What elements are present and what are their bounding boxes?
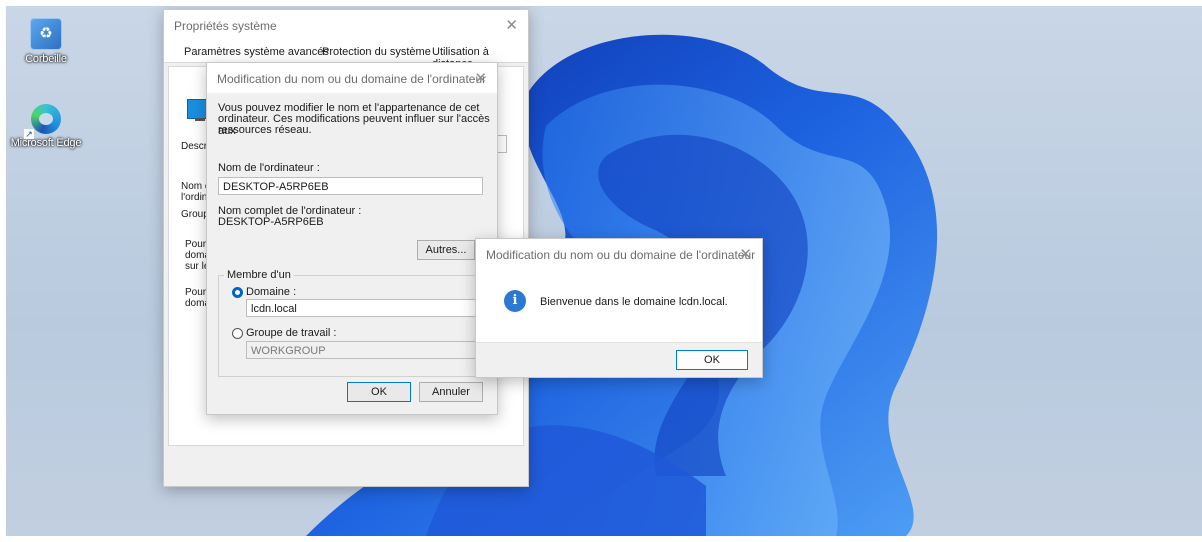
close-icon[interactable]: ✕ <box>474 69 487 87</box>
tab-system-protection[interactable]: Protection du système <box>322 46 431 58</box>
workgroup-input[interactable]: WORKGROUP <box>246 341 476 359</box>
domain-input[interactable]: lcdn.local <box>246 299 476 317</box>
shortcut-arrow-icon: ↗ <box>24 129 34 139</box>
close-icon[interactable]: ✕ <box>505 16 518 34</box>
monitor-stand <box>195 118 205 121</box>
message-box-titlebar: Modification du nom ou du domaine de l'o… <box>476 239 762 269</box>
description-field-edge <box>497 135 507 153</box>
desktop-icon-label: Corbeille <box>25 53 67 65</box>
ok-button[interactable]: OK <box>676 350 748 370</box>
computer-name-input[interactable]: DESKTOP-A5RP6EB <box>218 177 483 195</box>
desktop: ♻ Corbeille Microsoft Edge ↗ Propriétés … <box>6 6 1202 536</box>
welcome-message: Bienvenue dans le domaine lcdn.local. <box>540 296 728 308</box>
message-box-title: Modification du nom ou du domaine de l'o… <box>486 248 756 262</box>
workgroup-label: Groupe de travail : <box>246 327 337 339</box>
edge-browser-icon <box>31 104 61 134</box>
window-title: Propriétés système <box>174 19 277 33</box>
other-button[interactable]: Autres... <box>417 240 475 260</box>
desktop-icon-recycle-bin[interactable]: ♻ Corbeille <box>9 18 83 65</box>
recycle-bin-icon: ♻ <box>30 18 62 50</box>
edit-computer-name-dialog: Modification du nom ou du domaine de l'o… <box>206 62 498 415</box>
intro-line-3: ressources réseau. <box>218 124 312 136</box>
tab-advanced-settings[interactable]: Paramètres système avancés <box>184 46 329 58</box>
information-icon: i <box>504 290 526 312</box>
welcome-message-box: Modification du nom ou du domaine de l'o… <box>475 238 763 378</box>
desktop-icon-label: Microsoft Edge <box>10 137 82 149</box>
desktop-icon-edge[interactable]: Microsoft Edge <box>9 104 83 149</box>
domain-radio[interactable] <box>232 287 243 298</box>
member-of-label: Membre d'un <box>224 269 294 281</box>
edit-dialog-titlebar: Modification du nom ou du domaine de l'o… <box>207 63 497 93</box>
full-name-value: DESKTOP-A5RP6EB <box>218 216 324 228</box>
message-box-footer: OK <box>476 342 762 377</box>
ok-button[interactable]: OK <box>347 382 411 402</box>
domain-label: Domaine : <box>246 286 297 298</box>
computer-name-label: Nom de l'ordinateur : <box>218 162 320 174</box>
dialog-title: Modification du nom ou du domaine de l'o… <box>217 72 487 86</box>
close-icon[interactable]: ✕ <box>739 245 752 263</box>
workgroup-radio[interactable] <box>232 328 243 339</box>
tab-strip: Paramètres système avancés Protection du… <box>164 40 528 70</box>
system-properties-titlebar: Propriétés système ✕ <box>164 10 528 40</box>
cancel-button[interactable]: Annuler <box>419 382 483 402</box>
